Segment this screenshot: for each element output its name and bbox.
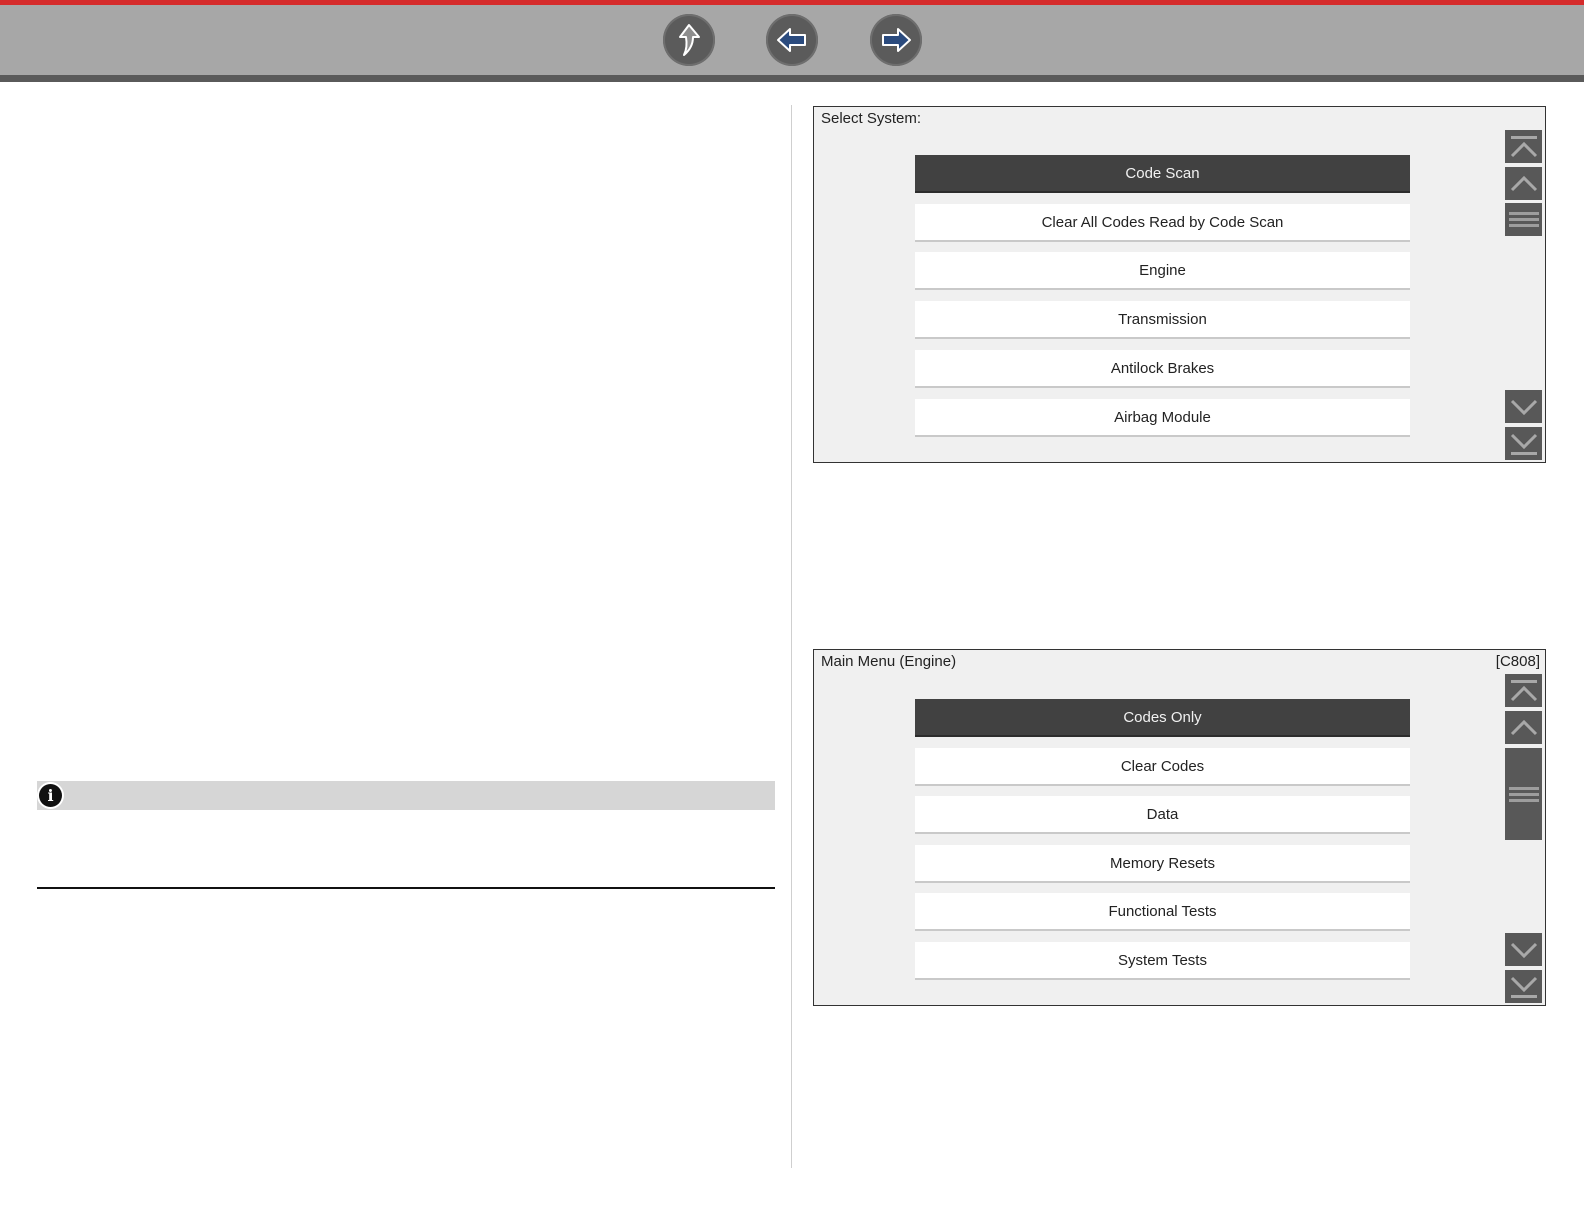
main-menu-engine-screen: Main Menu (Engine) [C808] Codes Only Cle…: [813, 649, 1546, 1006]
menu-item-antilock-brakes[interactable]: Antilock Brakes: [915, 350, 1410, 388]
scroll-up-icon: [1510, 175, 1537, 191]
menu-item-clear-all-codes[interactable]: Clear All Codes Read by Code Scan: [915, 204, 1410, 242]
scroll-top-icon: [1510, 679, 1537, 701]
top-navigation-bar: [0, 0, 1584, 82]
scrollbar[interactable]: [1505, 129, 1542, 462]
scroll-bottom-icon: [1510, 976, 1537, 998]
left-arrow-icon: [777, 28, 806, 52]
home-up-button[interactable]: [663, 14, 715, 66]
right-arrow-icon: [882, 28, 911, 52]
bar-bottom-border: [0, 75, 1584, 82]
select-system-screen: Select System: Code Scan Clear All Codes…: [813, 106, 1546, 463]
scroll-down-icon: [1510, 399, 1537, 415]
section-rule: [37, 887, 775, 889]
scroll-thumb[interactable]: [1505, 748, 1542, 840]
screen-code: [C808]: [1495, 653, 1540, 670]
menu-item-engine[interactable]: Engine: [915, 252, 1410, 290]
column-divider: [791, 105, 792, 1168]
menu-item-clear-codes[interactable]: Clear Codes: [915, 748, 1410, 786]
scroll-top-button[interactable]: [1505, 130, 1542, 163]
scroll-down-icon: [1510, 942, 1537, 958]
menu-item-system-tests[interactable]: System Tests: [915, 942, 1410, 980]
menu-item-memory-resets[interactable]: Memory Resets: [915, 845, 1410, 883]
curved-up-arrow-icon: [679, 24, 700, 56]
scroll-top-icon: [1510, 135, 1537, 157]
scroll-thumb-icon: [1508, 209, 1539, 230]
menu-item-transmission[interactable]: Transmission: [915, 301, 1410, 339]
scroll-down-button[interactable]: [1505, 390, 1542, 423]
scroll-thumb-icon: [1508, 784, 1539, 805]
menu-item-airbag-module[interactable]: Airbag Module: [915, 399, 1410, 437]
scroll-thumb[interactable]: [1505, 203, 1542, 236]
menu-item-data[interactable]: Data: [915, 796, 1410, 834]
scroll-up-button[interactable]: [1505, 711, 1542, 744]
scroll-bottom-button[interactable]: [1505, 970, 1542, 1003]
accent-stripe: [0, 0, 1584, 5]
scroll-bottom-button[interactable]: [1505, 427, 1542, 460]
scroll-down-button[interactable]: [1505, 933, 1542, 966]
menu-item-functional-tests[interactable]: Functional Tests: [915, 893, 1410, 931]
menu-item-code-scan[interactable]: Code Scan: [915, 155, 1410, 193]
note-header: i: [37, 781, 775, 810]
scroll-up-icon: [1510, 719, 1537, 735]
scroll-up-button[interactable]: [1505, 167, 1542, 200]
info-icon: i: [39, 784, 62, 807]
scroll-top-button[interactable]: [1505, 674, 1542, 707]
screen-title: Select System:: [821, 110, 922, 127]
forward-button[interactable]: [870, 14, 922, 66]
back-button[interactable]: [766, 14, 818, 66]
menu-item-codes-only[interactable]: Codes Only: [915, 699, 1410, 737]
screen-title: Main Menu (Engine): [821, 653, 957, 670]
scroll-bottom-icon: [1510, 433, 1537, 455]
scrollbar[interactable]: [1505, 672, 1542, 1005]
